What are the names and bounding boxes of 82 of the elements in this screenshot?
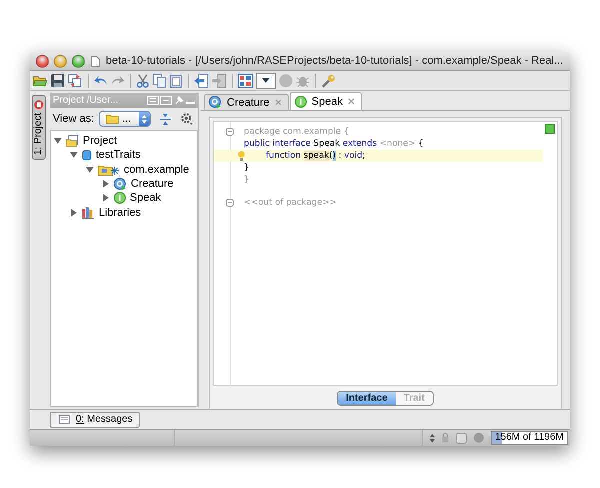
sync-icon[interactable] xyxy=(68,74,83,88)
panel-title: Project /User... xyxy=(53,95,120,106)
code-text: function xyxy=(266,151,302,161)
dropdown-button[interactable] xyxy=(256,72,276,88)
status-indicator xyxy=(545,124,555,134)
caret-icon xyxy=(262,78,270,83)
tree-item[interactable]: testTraits xyxy=(51,148,197,163)
messages-tool-button[interactable]: 0: Messages xyxy=(50,412,140,428)
import-arrow-icon[interactable] xyxy=(212,74,227,88)
books-icon xyxy=(82,206,95,219)
collapse-all-icon[interactable] xyxy=(160,114,172,124)
interface-icon xyxy=(114,192,126,204)
disclosure-triangle-icon[interactable] xyxy=(102,194,110,202)
package-folder-icon xyxy=(98,164,120,176)
code-editor[interactable]: package com.example { public interface Speak extends <none> { function speak() : void; } } <<out of package>> xyxy=(213,121,558,386)
code-text: } xyxy=(244,175,250,185)
circle-icon[interactable] xyxy=(474,433,484,443)
stepper-icon xyxy=(142,114,148,124)
document-icon xyxy=(91,56,100,66)
tree-item[interactable]: Creature xyxy=(51,176,197,192)
cut-icon[interactable] xyxy=(136,74,150,88)
class-icon xyxy=(209,96,222,109)
code-text: ( xyxy=(329,151,333,161)
editor-tab[interactable]: Creature xyxy=(204,94,289,110)
stepper-icon[interactable] xyxy=(430,434,436,442)
minimize-button[interactable] xyxy=(54,54,67,68)
code-text: <<out of package>> xyxy=(244,198,337,208)
tree-item[interactable]: Project xyxy=(51,134,197,148)
close-icon[interactable] xyxy=(274,99,282,106)
code-text: : xyxy=(338,151,343,161)
project-icon xyxy=(34,100,44,110)
save-icon[interactable] xyxy=(51,74,65,88)
disclosure-triangle-icon[interactable] xyxy=(70,151,78,160)
layout-icon[interactable] xyxy=(147,96,173,105)
folder-icon xyxy=(66,135,79,148)
code-text: public interface xyxy=(244,139,311,149)
module-icon xyxy=(82,150,92,161)
paste-icon[interactable] xyxy=(170,74,183,88)
copy-icon[interactable] xyxy=(153,74,167,88)
folder-icon xyxy=(106,114,120,124)
view-as-label: View as: xyxy=(53,113,94,125)
memory-indicator[interactable]: 156M of 1196M xyxy=(491,431,568,445)
matched-brace: ) xyxy=(332,151,336,161)
disclosure-triangle-icon[interactable] xyxy=(102,180,110,188)
zoom-button[interactable] xyxy=(72,54,85,68)
square-icon[interactable] xyxy=(456,432,468,444)
code-text: { xyxy=(417,139,424,149)
fold-end-icon[interactable] xyxy=(226,199,234,207)
code-text: void xyxy=(344,151,363,161)
undo-icon[interactable] xyxy=(94,74,108,87)
disclosure-triangle-icon[interactable] xyxy=(70,208,78,217)
lightbulb-icon[interactable] xyxy=(238,151,245,161)
tree-item[interactable]: com.example xyxy=(51,162,197,177)
view-as-dropdown[interactable]: ... xyxy=(99,111,152,127)
window-title: beta-10-tutorials - [/Users/john/RASEProjects/beta-10-tutorials] - com.example/Speak - Real... xyxy=(106,55,564,67)
pin-icon[interactable] xyxy=(175,96,184,105)
interface-icon xyxy=(294,96,307,108)
tree-item[interactable]: Speak xyxy=(51,191,197,206)
mode-toggle[interactable]: Interface xyxy=(338,392,396,405)
code-text: } xyxy=(244,163,250,173)
tree-item[interactable]: Libraries xyxy=(51,205,197,220)
code-text: package com.example { xyxy=(244,127,350,137)
project-tool-tab[interactable]: 1: Project xyxy=(32,95,46,160)
back-arrow-icon[interactable] xyxy=(194,74,209,88)
open-folder-icon[interactable] xyxy=(33,74,48,88)
message-list-icon xyxy=(59,415,70,424)
code-text: ; xyxy=(362,151,366,161)
identifier-highlight: speak xyxy=(304,151,330,161)
redo-icon[interactable] xyxy=(111,74,125,87)
code-text: <none> xyxy=(378,139,416,149)
build-grid-icon[interactable] xyxy=(238,74,253,88)
code-text: extends xyxy=(342,139,378,149)
fold-start-icon[interactable] xyxy=(226,128,234,136)
class-icon xyxy=(114,178,127,191)
close-icon[interactable] xyxy=(348,98,355,105)
lock-icon[interactable] xyxy=(442,433,450,443)
disclosure-triangle-icon[interactable] xyxy=(86,166,94,174)
code-text: Speak xyxy=(312,139,342,149)
gear-icon[interactable] xyxy=(181,113,194,125)
editor-tab[interactable]: Speak xyxy=(290,92,362,110)
close-button[interactable] xyxy=(36,54,49,68)
disclosure-triangle-icon[interactable] xyxy=(54,137,62,146)
